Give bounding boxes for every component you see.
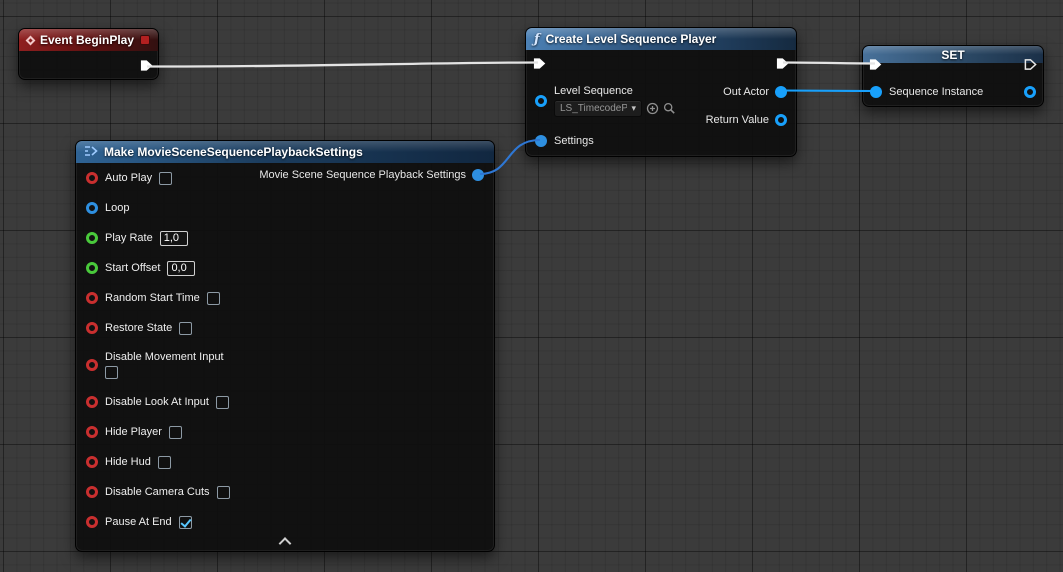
start-offset-pin[interactable]: [86, 262, 98, 274]
struct-input-row: Disable Movement Input: [86, 343, 416, 387]
pin-label: Sequence Instance: [889, 86, 983, 98]
return-value-pin[interactable]: [775, 114, 787, 126]
pin-label: Return Value: [706, 114, 769, 126]
auto-play-pin[interactable]: [86, 172, 98, 184]
pin-label: Disable Movement Input: [105, 351, 224, 363]
wire-beginplay-to-create[interactable]: [147, 63, 538, 67]
node-header[interactable]: Make MovieSceneSequencePlaybackSettings: [76, 141, 494, 163]
pin-label: Play Rate: [105, 232, 153, 244]
struct-input-row: Disable Camera Cuts: [86, 477, 416, 507]
pin-label: Settings: [554, 135, 594, 147]
pin-label: Disable Look At Input: [105, 396, 209, 408]
random-start-time-checkbox[interactable]: [207, 292, 220, 305]
sequence-instance-pin[interactable]: [870, 86, 882, 98]
struct-input-row: Auto Play: [86, 163, 416, 193]
pin-label: Level Sequence: [554, 85, 633, 97]
exec-in-pin[interactable]: [533, 57, 546, 70]
play-rate-field[interactable]: [160, 231, 188, 246]
node-title: Event BeginPlay: [40, 33, 134, 47]
level-sequence-asset-dropdown[interactable]: LS_TimecodePr ▾: [554, 100, 642, 117]
chevron-down-icon: ▾: [631, 103, 636, 114]
blueprint-graph-canvas[interactable]: Event BeginPlay ƒ Create Level Sequence …: [0, 0, 1063, 572]
play-rate-pin[interactable]: [86, 232, 98, 244]
pin-label: Auto Play: [105, 172, 152, 184]
struct-input-row: Disable Look At Input: [86, 387, 416, 417]
random-start-time-pin[interactable]: [86, 292, 98, 304]
node-create-level-sequence-player[interactable]: ƒ Create Level Sequence Player Level Seq…: [525, 27, 797, 157]
start-offset-field[interactable]: [167, 261, 195, 276]
restore-state-pin[interactable]: [86, 322, 98, 334]
auto-play-checkbox[interactable]: [159, 172, 172, 185]
pin-label: Disable Camera Cuts: [105, 486, 210, 498]
struct-input-row: Restore State: [86, 313, 416, 343]
disable-look-at-input-pin[interactable]: [86, 396, 98, 408]
collapse-node-button[interactable]: [281, 539, 290, 548]
pin-label: Pause At End: [105, 516, 172, 528]
node-event-beginplay[interactable]: Event BeginPlay: [18, 28, 159, 80]
restore-state-checkbox[interactable]: [179, 322, 192, 335]
node-header[interactable]: ƒ Create Level Sequence Player: [526, 28, 796, 50]
exec-out-pin[interactable]: [1024, 58, 1037, 71]
pin-label: Hide Hud: [105, 456, 151, 468]
event-delegate-pin[interactable]: [140, 35, 150, 45]
disable-look-at-input-checkbox[interactable]: [216, 396, 229, 409]
pause-at-end-pin[interactable]: [86, 516, 98, 528]
level-sequence-pin[interactable]: [535, 95, 547, 107]
disable-movement-input-pin[interactable]: [86, 359, 98, 371]
pin-label: Loop: [105, 202, 129, 214]
node-title: Make MovieSceneSequencePlaybackSettings: [104, 145, 363, 159]
pin-label: Start Offset: [105, 262, 160, 274]
node-title: Create Level Sequence Player: [546, 32, 717, 46]
disable-movement-input-checkbox[interactable]: [105, 366, 118, 379]
hide-player-checkbox[interactable]: [169, 426, 182, 439]
struct-input-row: Loop: [86, 193, 416, 223]
hide-hud-checkbox[interactable]: [158, 456, 171, 469]
function-icon: ƒ: [534, 32, 540, 47]
loop-pin[interactable]: [86, 202, 98, 214]
node-make-playback-settings[interactable]: Make MovieSceneSequencePlaybackSettings …: [75, 140, 495, 552]
node-header[interactable]: Event BeginPlay: [19, 29, 158, 51]
struct-input-row: Play Rate: [86, 223, 416, 253]
pin-label: Random Start Time: [105, 292, 200, 304]
exec-in-pin[interactable]: [869, 58, 882, 71]
hide-player-pin[interactable]: [86, 426, 98, 438]
node-title: SET: [941, 48, 964, 62]
exec-out-pin[interactable]: [140, 59, 153, 72]
settings-pin[interactable]: [535, 135, 547, 147]
hide-hud-pin[interactable]: [86, 456, 98, 468]
pause-at-end-checkbox[interactable]: [179, 516, 192, 529]
chevron-up-icon: [279, 537, 292, 550]
disable-camera-cuts-pin[interactable]: [86, 486, 98, 498]
pin-label: Restore State: [105, 322, 172, 334]
disable-camera-cuts-checkbox[interactable]: [217, 486, 230, 499]
node-set-sequence-instance[interactable]: SET Sequence Instance: [862, 45, 1044, 107]
struct-input-row: Start Offset: [86, 253, 416, 283]
struct-input-row: Hide Hud: [86, 447, 416, 477]
node-header[interactable]: SET: [863, 46, 1043, 63]
use-selected-asset-icon[interactable]: [646, 102, 659, 115]
playback-settings-out-pin[interactable]: [472, 169, 484, 181]
struct-input-row: Random Start Time: [86, 283, 416, 313]
make-struct-icon: [84, 145, 98, 160]
selected-asset-name: LS_TimecodePr: [560, 103, 627, 114]
pin-label: Hide Player: [105, 426, 162, 438]
browse-asset-icon[interactable]: [663, 102, 676, 115]
event-icon: [26, 35, 36, 45]
pin-label: Out Actor: [723, 86, 769, 98]
set-output-pin[interactable]: [1024, 86, 1036, 98]
out-actor-pin[interactable]: [775, 86, 787, 98]
exec-out-pin[interactable]: [776, 57, 789, 70]
struct-input-row: Pause At End: [86, 507, 416, 537]
struct-input-row: Hide Player: [86, 417, 416, 447]
